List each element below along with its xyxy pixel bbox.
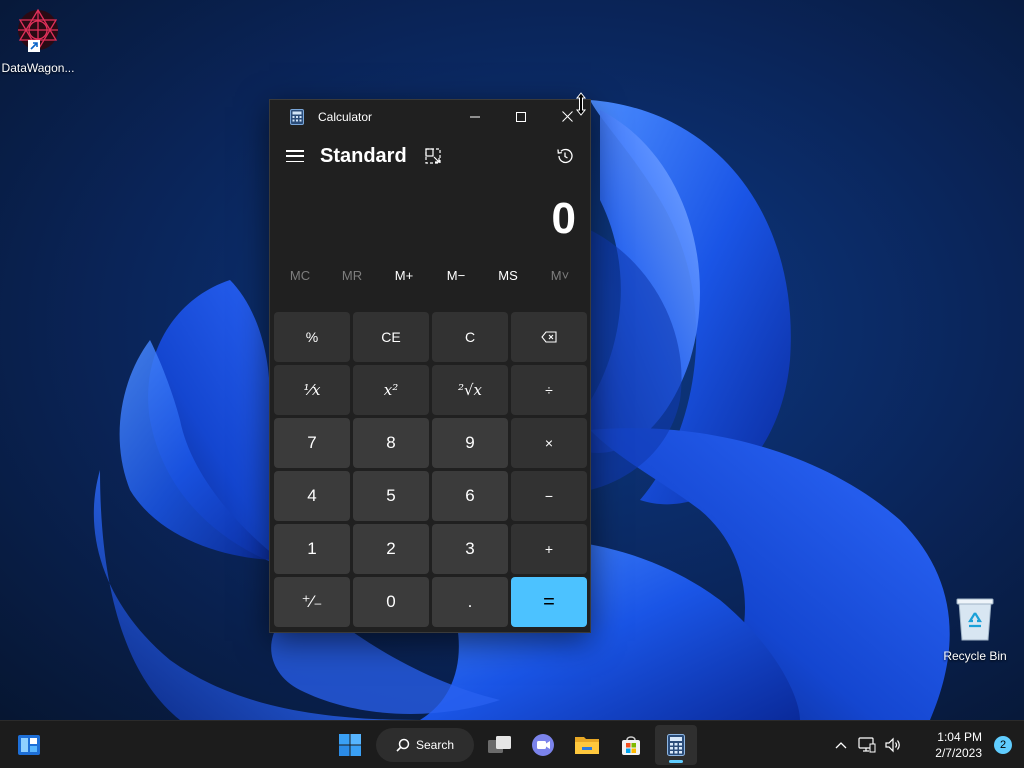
digit-1-key[interactable]: 1 — [274, 524, 350, 574]
calculator-app-icon — [290, 108, 304, 125]
memory-subtract-button[interactable]: M− — [430, 268, 482, 283]
square-root-label: ²√x — [457, 381, 483, 399]
reciprocal-label: ¹⁄x — [303, 381, 321, 399]
clear-entry-key[interactable]: CE — [353, 312, 429, 362]
store-icon — [622, 736, 640, 755]
minimize-icon — [470, 116, 480, 117]
digit-5-key[interactable]: 5 — [353, 471, 429, 521]
decimal-key[interactable]: . — [432, 577, 508, 627]
calculator-window[interactable]: Calculator Standard 0 MC MR M+ M− MS M˅ … — [269, 99, 591, 633]
chat-icon — [532, 734, 554, 756]
hamburger-icon — [286, 150, 304, 152]
square-root-key[interactable]: ²√x — [432, 365, 508, 415]
backspace-icon — [541, 331, 557, 343]
window-title: Calculator — [318, 109, 373, 124]
folder-icon — [575, 737, 599, 754]
close-icon — [561, 111, 573, 122]
teams-chat-button[interactable] — [523, 725, 563, 765]
clock-time: 1:04 PM — [937, 730, 982, 744]
resize-cursor-icon — [575, 92, 587, 116]
search-icon — [396, 738, 410, 752]
desktop-icon-label: DataWagon... — [1, 61, 75, 75]
system-tray: 1:04 PM 2/7/2023 2 — [828, 721, 1024, 768]
desktop-icon-recycle-bin[interactable]: Recycle Bin — [937, 596, 1013, 663]
digit-9-key[interactable]: 9 — [432, 418, 508, 468]
mode-title: Standard — [320, 144, 407, 167]
calculator-header: Standard — [270, 133, 590, 179]
keep-on-top-icon[interactable] — [425, 148, 441, 164]
task-view-icon — [488, 736, 511, 753]
keypad: % CE C ¹⁄x x² ²√x ÷ 7 8 9 × 4 5 6 − 1 2 … — [274, 312, 587, 627]
memory-add-button[interactable]: M+ — [378, 268, 430, 283]
result-display: 0 — [551, 194, 576, 243]
desktop-icon-label: Recycle Bin — [943, 649, 1007, 663]
desktop-icon-datawagon[interactable]: DataWagon... — [0, 6, 76, 75]
clock-date: 2/7/2023 — [935, 746, 982, 760]
file-explorer-button[interactable] — [566, 725, 608, 765]
square-label: x² — [383, 381, 399, 399]
backspace-key[interactable] — [511, 312, 587, 362]
datawagon-app-icon — [18, 8, 58, 52]
maximize-button[interactable] — [498, 100, 544, 133]
digit-8-key[interactable]: 8 — [353, 418, 429, 468]
show-hidden-icons-button[interactable] — [828, 741, 854, 749]
memory-clear-button[interactable]: MC — [274, 268, 326, 283]
equals-key[interactable]: = — [511, 577, 587, 627]
task-view-button[interactable] — [480, 725, 520, 765]
network-icon — [858, 737, 876, 753]
percent-key[interactable]: % — [274, 312, 350, 362]
network-button[interactable] — [854, 737, 880, 753]
chevron-up-icon — [835, 742, 847, 749]
calculator-icon — [667, 734, 685, 756]
navigation-menu-button[interactable] — [286, 149, 304, 163]
windows-logo-icon — [339, 734, 361, 756]
digit-3-key[interactable]: 3 — [432, 524, 508, 574]
volume-button[interactable] — [880, 737, 906, 753]
digit-7-key[interactable]: 7 — [274, 418, 350, 468]
digit-6-key[interactable]: 6 — [432, 471, 508, 521]
divide-key[interactable]: ÷ — [511, 365, 587, 415]
maximize-icon — [516, 111, 526, 122]
taskbar-search[interactable]: Search — [376, 728, 474, 762]
search-label: Search — [415, 738, 455, 752]
clear-key[interactable]: C — [432, 312, 508, 362]
multiply-key[interactable]: × — [511, 418, 587, 468]
clock[interactable]: 1:04 PM 2/7/2023 — [906, 729, 986, 761]
recycle-bin-icon — [956, 598, 994, 641]
digit-4-key[interactable]: 4 — [274, 471, 350, 521]
reciprocal-key[interactable]: ¹⁄x — [274, 365, 350, 415]
square-key[interactable]: x² — [353, 365, 429, 415]
minimize-button[interactable] — [452, 100, 498, 133]
plus-key[interactable]: + — [511, 524, 587, 574]
notification-badge[interactable]: 2 — [994, 736, 1012, 754]
microsoft-store-button[interactable] — [610, 725, 652, 765]
negate-key[interactable]: ⁺⁄₋ — [274, 577, 350, 627]
widgets-button[interactable] — [10, 725, 48, 765]
digit-2-key[interactable]: 2 — [353, 524, 429, 574]
volume-icon — [885, 737, 900, 753]
minus-key[interactable]: − — [511, 471, 587, 521]
taskbar: Search 1:04 PM 2/7/2023 2 — [0, 720, 1024, 768]
memory-row: MC MR M+ M− MS M˅ — [270, 260, 590, 290]
title-bar[interactable]: Calculator — [270, 100, 590, 133]
widgets-icon — [18, 735, 40, 755]
memory-recall-button[interactable]: MR — [326, 268, 378, 283]
memory-list-button[interactable]: M˅ — [534, 268, 586, 283]
memory-store-button[interactable]: MS — [482, 268, 534, 283]
calculator-taskbar-button[interactable] — [655, 725, 697, 765]
digit-0-key[interactable]: 0 — [353, 577, 429, 627]
start-button[interactable] — [330, 725, 370, 765]
history-icon[interactable] — [556, 147, 574, 165]
